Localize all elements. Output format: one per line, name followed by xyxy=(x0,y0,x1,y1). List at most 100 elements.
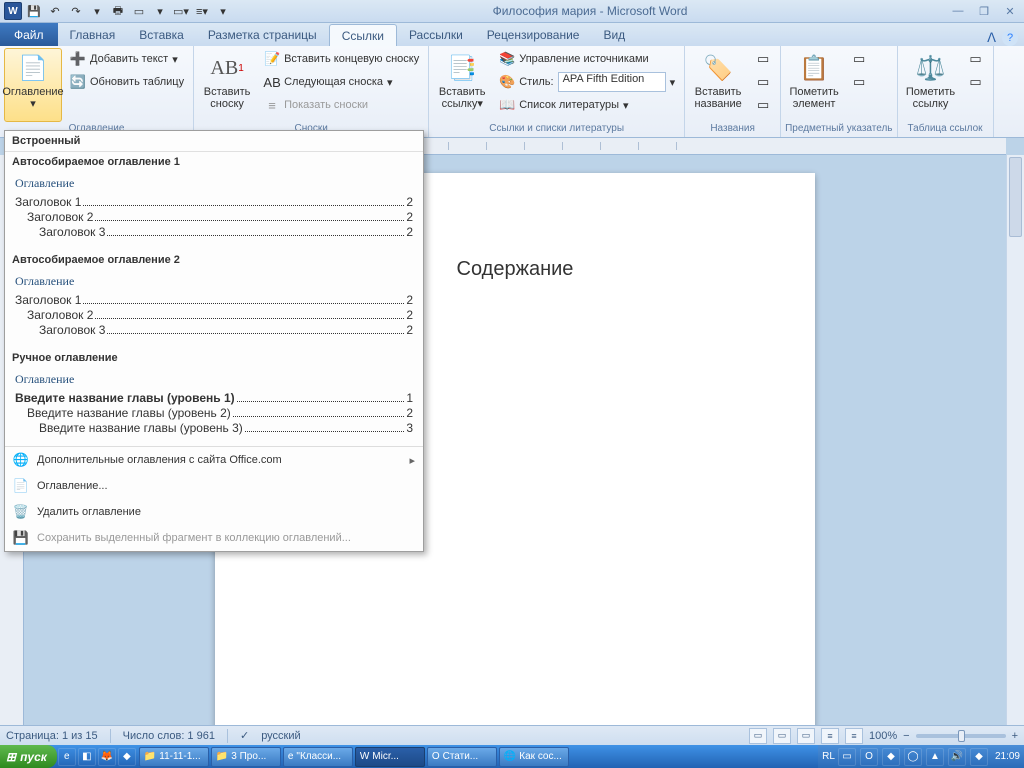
task-word[interactable]: W Micr... xyxy=(355,747,425,767)
caption-sm1[interactable]: ▭ xyxy=(750,48,776,70)
add-text-icon: ➕ xyxy=(70,51,86,67)
gallery-manual-label[interactable]: Ручное оглавление xyxy=(5,348,423,368)
print-icon[interactable]: 🖶 xyxy=(109,2,127,20)
new-doc-icon[interactable]: ▭ xyxy=(130,2,148,20)
start-button[interactable]: ⊞пуск xyxy=(0,745,57,768)
qat-icon-3[interactable]: ▭▾ xyxy=(172,2,190,20)
caption-sm2[interactable]: ▭ xyxy=(750,71,776,93)
citation-style-select[interactable]: 🎨Стиль: APA Fifth Edition▾ xyxy=(494,71,680,93)
tab-view[interactable]: Вид xyxy=(591,24,637,46)
status-words[interactable]: Число слов: 1 961 xyxy=(123,730,215,742)
view-print-layout-icon[interactable]: ▭ xyxy=(749,728,767,744)
zoom-slider[interactable] xyxy=(916,734,1006,738)
toc-preview-auto1[interactable]: Оглавление Заголовок 12 Заголовок 22 Заг… xyxy=(5,172,423,250)
minimize-icon[interactable]: ― xyxy=(948,4,968,18)
gallery-more-office[interactable]: 🌐Дополнительные оглавления с сайта Offic… xyxy=(5,447,423,473)
status-zoom[interactable]: 100% xyxy=(869,730,897,742)
zoom-out-icon[interactable]: − xyxy=(903,730,909,742)
task-1[interactable]: 📁 11-11-1... xyxy=(139,747,209,767)
view-web-icon[interactable]: ▭ xyxy=(797,728,815,744)
index-sm1[interactable]: ▭ xyxy=(846,48,872,70)
view-fullscreen-icon[interactable]: ▭ xyxy=(773,728,791,744)
chevron-right-icon: ▸ xyxy=(409,454,415,467)
tab-review[interactable]: Рецензирование xyxy=(475,24,592,46)
qat-dropdown-icon[interactable]: ▾ xyxy=(214,2,232,20)
toa-sm1[interactable]: ▭ xyxy=(963,48,989,70)
status-language[interactable]: русский xyxy=(261,730,300,742)
caption-sm3[interactable]: ▭ xyxy=(750,94,776,116)
tab-layout[interactable]: Разметка страницы xyxy=(196,24,329,46)
help-icon[interactable]: ? xyxy=(1002,30,1018,46)
tray-icon-2[interactable]: O xyxy=(860,748,878,766)
tray-clock[interactable]: 21:09 xyxy=(995,751,1020,762)
quicklaunch-icon[interactable]: ◧ xyxy=(78,748,96,766)
save-icon[interactable]: 💾 xyxy=(25,2,43,20)
show-footnotes-icon: ≡ xyxy=(264,97,280,113)
restore-icon[interactable]: ❐ xyxy=(974,4,994,18)
quick-access-toolbar: W 💾 ↶ ↷ ▾ 🖶 ▭ ▾ ▭▾ ≡▾ ▾ xyxy=(4,2,232,20)
manage-sources-button[interactable]: 📚Управление источниками xyxy=(494,48,680,70)
toc-preview-auto2[interactable]: Оглавление Заголовок 12 Заголовок 22 Заг… xyxy=(5,270,423,348)
view-outline-icon[interactable]: ≡ xyxy=(821,728,839,744)
insert-citation-button[interactable]: 📑 Вставить ссылку▾ xyxy=(433,48,491,122)
zoom-handle[interactable] xyxy=(958,730,965,742)
gallery-auto1-label[interactable]: Автособираемое оглавление 1 xyxy=(5,152,423,172)
minimize-ribbon-icon[interactable]: ᐱ xyxy=(987,30,996,46)
gallery-insert-toc[interactable]: 📄Оглавление... xyxy=(5,473,423,499)
qat-icon[interactable]: ▾ xyxy=(88,2,106,20)
task-6[interactable]: 🌐 Как сос... xyxy=(499,747,569,767)
toa-sm2[interactable]: ▭ xyxy=(963,71,989,93)
tray-volume-icon[interactable]: 🔊 xyxy=(948,748,966,766)
group-index: 📋 Пометить элемент ▭ ▭ Предметный указат… xyxy=(781,46,897,137)
status-page[interactable]: Страница: 1 из 15 xyxy=(6,730,98,742)
insert-caption-button[interactable]: 🏷️ Вставить название xyxy=(689,48,747,122)
toc-button[interactable]: 📄 Оглавление▾ xyxy=(4,48,62,122)
insert-citation-label: Вставить ссылку xyxy=(439,86,486,110)
quicklaunch-firefox-icon[interactable]: 🦊 xyxy=(98,748,116,766)
vertical-scrollbar[interactable] xyxy=(1006,155,1024,725)
mark-citation-icon: ⚖️ xyxy=(915,52,947,84)
caption-icon: 🏷️ xyxy=(702,52,734,84)
mark-citation-button[interactable]: ⚖️ Пометить ссылку xyxy=(902,48,960,122)
toc-preview-manual[interactable]: Оглавление Введите название главы (урове… xyxy=(5,368,423,446)
tray-icon-3[interactable]: ◆ xyxy=(882,748,900,766)
view-draft-icon[interactable]: ≡ xyxy=(845,728,863,744)
task-3[interactable]: e "Класси... xyxy=(283,747,353,767)
zoom-in-icon[interactable]: + xyxy=(1012,730,1018,742)
quicklaunch-ie-icon[interactable]: e xyxy=(58,748,76,766)
qat-icon-2[interactable]: ▾ xyxy=(151,2,169,20)
tray-icon-6[interactable]: ◆ xyxy=(970,748,988,766)
index-sm2[interactable]: ▭ xyxy=(846,71,872,93)
tray-icon-5[interactable]: ▲ xyxy=(926,748,944,766)
add-text-button[interactable]: ➕Добавить текст ▾ xyxy=(65,48,189,70)
toc-icon: 📄 xyxy=(17,52,49,84)
update-table-button[interactable]: 🔄Обновить таблицу xyxy=(65,71,189,93)
mark-entry-button[interactable]: 📋 Пометить элемент xyxy=(785,48,843,122)
group-citations: 📑 Вставить ссылку▾ 📚Управление источника… xyxy=(429,46,685,137)
tab-insert[interactable]: Вставка xyxy=(127,24,196,46)
quicklaunch-icon-2[interactable]: ◆ xyxy=(118,748,136,766)
tab-file[interactable]: Файл xyxy=(0,23,58,46)
gallery-remove-toc[interactable]: 🗑️Удалить оглавление xyxy=(5,499,423,525)
task-2[interactable]: 📁 3 Про... xyxy=(211,747,281,767)
tray-icon-4[interactable]: ◯ xyxy=(904,748,922,766)
bibliography-button[interactable]: 📖Список литературы ▾ xyxy=(494,94,680,116)
close-icon[interactable]: ✕ xyxy=(1000,4,1020,18)
spellcheck-icon[interactable]: ✓ xyxy=(240,729,249,742)
tray-lang[interactable]: RL xyxy=(822,751,835,762)
tab-home[interactable]: Главная xyxy=(58,24,128,46)
tab-mailings[interactable]: Рассылки xyxy=(397,24,475,46)
insert-endnote-button[interactable]: 📝Вставить концевую сноску xyxy=(259,48,424,70)
insert-footnote-button[interactable]: AB1 Вставить сноску xyxy=(198,48,256,122)
tab-references[interactable]: Ссылки xyxy=(329,24,397,46)
next-footnote-button[interactable]: ABСледующая сноска ▾ xyxy=(259,71,424,93)
task-5[interactable]: O Стати... xyxy=(427,747,497,767)
gallery-auto2-label[interactable]: Автособираемое оглавление 2 xyxy=(5,250,423,270)
qat-icon-4[interactable]: ≡▾ xyxy=(193,2,211,20)
index-sm1-icon: ▭ xyxy=(851,51,867,67)
word-app-icon[interactable]: W xyxy=(4,2,22,20)
tray-icon[interactable]: ▭ xyxy=(838,748,856,766)
redo-icon[interactable]: ↷ xyxy=(67,2,85,20)
undo-icon[interactable]: ↶ xyxy=(46,2,64,20)
scrollbar-thumb[interactable] xyxy=(1009,157,1022,237)
